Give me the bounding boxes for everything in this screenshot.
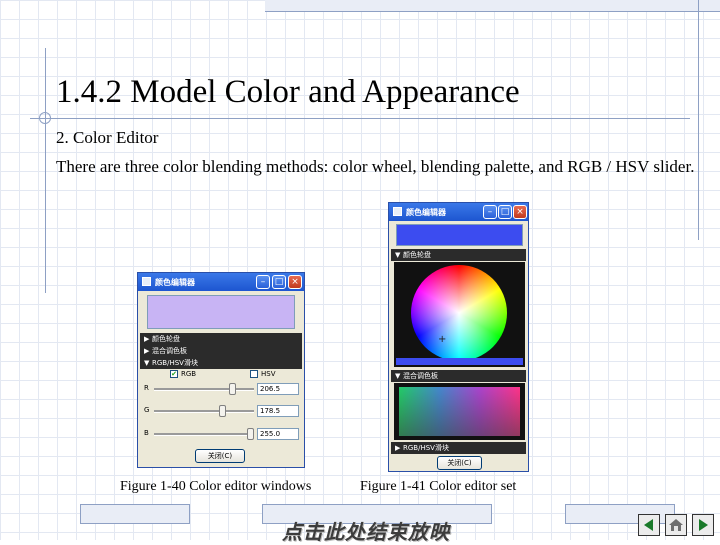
slider-label-r: R <box>144 384 149 392</box>
color-preview <box>147 295 295 329</box>
slider-track-r[interactable] <box>154 388 254 391</box>
bottom-rule-1 <box>80 504 190 524</box>
slider-value-b[interactable]: 255.0 <box>257 428 299 440</box>
end-show-link[interactable]: 点击此处结束放映 <box>282 516 450 545</box>
rgb-checkbox[interactable]: ✔ <box>170 370 178 378</box>
expand-arrow-icon: ▶ <box>144 347 150 355</box>
title-bar[interactable]: 颜色编辑器 – □ × <box>389 203 528 221</box>
slider-value-g[interactable]: 178.5 <box>257 405 299 417</box>
section-blending-palette[interactable]: ▼ 混合调色板 <box>391 370 526 382</box>
previous-slide-button[interactable] <box>638 514 660 536</box>
window-title: 颜色编辑器 <box>155 278 195 287</box>
blending-palette-panel <box>394 383 525 440</box>
close-window-button[interactable]: × <box>513 205 527 219</box>
rgb-label: RGB <box>181 370 197 378</box>
window-icon <box>142 277 151 286</box>
minimize-button[interactable]: – <box>256 275 270 289</box>
color-editor-window-2: 颜色编辑器 – □ × ▼ 颜色轮盘 + ▼ 混合调色板 ▶ RGB/HSV滑块 关闭… <box>388 202 529 472</box>
color-wheel-panel: + <box>394 262 525 367</box>
slide-body: There are three color blending methods: … <box>56 157 695 176</box>
color-editor-window-1: 颜色编辑器 – □ × ▶ 颜色轮盘 ▶ 混合调色板 ▼ RGB/HSV滑块 ✔ RG… <box>137 272 305 468</box>
slider-track-g[interactable] <box>154 410 254 413</box>
slide-title: 1.4.2 Model Color and Appearance <box>56 74 520 110</box>
figure-caption-2: Figure 1-41 Color editor set <box>360 479 517 494</box>
collapse-arrow-icon: ▼ <box>395 251 401 259</box>
vertical-rule-left <box>45 48 46 293</box>
close-icon: × <box>291 277 299 287</box>
color-preview <box>396 224 523 246</box>
expand-arrow-icon: ▶ <box>395 444 401 452</box>
rule-circle <box>39 112 51 124</box>
slider-label-g: G <box>144 406 150 414</box>
maximize-icon: □ <box>500 207 510 217</box>
section-color-wheel[interactable]: ▼ 颜色轮盘 <box>391 249 526 261</box>
blending-palette[interactable] <box>399 387 520 436</box>
close-button[interactable]: 关闭(C) <box>195 449 245 463</box>
slider-value-r[interactable]: 206.5 <box>257 383 299 395</box>
expand-arrow-icon: ▶ <box>144 335 150 343</box>
minimize-icon: – <box>487 207 493 217</box>
hsv-label: HSV <box>261 370 276 378</box>
color-wheel[interactable] <box>411 265 507 361</box>
close-button[interactable]: 关闭(C) <box>437 456 482 470</box>
slider-thumb-g[interactable] <box>219 405 227 417</box>
maximize-button[interactable]: □ <box>498 205 512 219</box>
figure-caption-1: Figure 1-40 Color editor windows <box>120 479 312 494</box>
previous-slide-icon <box>644 519 653 531</box>
title-bar[interactable]: 颜色编辑器 – □ × <box>138 273 304 291</box>
horizontal-rule-title <box>30 118 690 119</box>
minimize-button[interactable]: – <box>483 205 497 219</box>
next-slide-button[interactable] <box>692 514 714 536</box>
section-rgb-hsv-slider[interactable]: ▶ RGB/HSV滑块 <box>391 442 526 454</box>
collapse-arrow-icon: ▼ <box>144 359 150 367</box>
maximize-icon: □ <box>274 277 284 287</box>
slide-subtitle: 2. Color Editor <box>56 128 159 147</box>
collapse-arrow-icon: ▼ <box>395 372 401 380</box>
close-window-button[interactable]: × <box>288 275 302 289</box>
section-blending-palette[interactable]: ▶ 混合调色板 <box>140 345 302 357</box>
hsv-checkbox[interactable] <box>250 370 258 378</box>
vertical-rule-right <box>698 0 699 240</box>
section-color-wheel[interactable]: ▶ 颜色轮盘 <box>140 333 302 345</box>
wheel-crosshair-icon[interactable]: + <box>438 334 446 345</box>
window-title: 颜色编辑器 <box>406 208 446 217</box>
brightness-strip[interactable] <box>396 358 523 365</box>
slider-label-b: B <box>144 429 149 437</box>
section-rgb-hsv-slider[interactable]: ▼ RGB/HSV滑块 <box>140 357 302 369</box>
maximize-button[interactable]: □ <box>272 275 286 289</box>
slider-thumb-b[interactable] <box>247 428 254 440</box>
minimize-icon: – <box>260 277 266 287</box>
top-right-rule <box>265 0 720 12</box>
slider-track-b[interactable] <box>154 433 254 436</box>
home-icon <box>669 519 683 531</box>
window-icon <box>393 207 402 216</box>
next-slide-icon <box>699 519 708 531</box>
close-icon: × <box>516 207 524 217</box>
slider-thumb-r[interactable] <box>229 383 237 395</box>
home-button[interactable] <box>665 514 687 536</box>
